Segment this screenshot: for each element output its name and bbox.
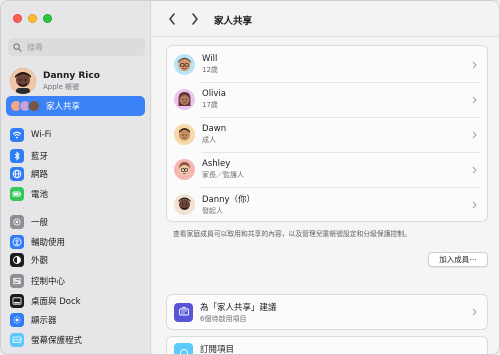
sidebar-item-label: 桌面與 Dock xyxy=(31,297,81,307)
suggestions-icon xyxy=(174,302,193,322)
member-name: Ashley xyxy=(202,159,231,169)
chevron-right-icon xyxy=(472,131,477,138)
accessibility-icon xyxy=(10,235,24,249)
member-role: 家長／監護人 xyxy=(202,171,244,179)
member-row-ashley[interactable]: Ashley 家長／監護人 xyxy=(167,151,487,188)
sidebar-item-label: Wi-Fi xyxy=(31,130,52,140)
chevron-right-icon xyxy=(472,166,477,173)
search-input[interactable] xyxy=(27,42,137,52)
profile-subtitle: Apple 帳號 xyxy=(43,82,80,91)
screensaver-icon xyxy=(10,333,24,347)
sidebar-item-appearance[interactable]: 外觀 xyxy=(10,251,145,269)
chevron-right-icon xyxy=(472,96,477,103)
sidebar-item-label: 螢幕保護程式 xyxy=(31,336,83,346)
back-button[interactable] xyxy=(166,12,178,26)
search-field[interactable] xyxy=(8,38,145,56)
member-row-danny[interactable]: Danny（你） 發起人 xyxy=(167,186,487,223)
subscriptions-icon xyxy=(174,343,193,354)
sidebar-item-network[interactable]: 網路 xyxy=(10,165,145,183)
dock-icon xyxy=(10,294,24,308)
subscriptions-panel: 訂閱項目 xyxy=(166,336,488,355)
avatar xyxy=(10,68,36,94)
subscriptions-title: 訂閱項目 xyxy=(200,345,235,355)
zoom-button[interactable] xyxy=(43,14,52,23)
family-members-list: Will 12歲 Olivia 17歲 Dawn 成人 Ashley 家長／監護… xyxy=(166,45,488,222)
member-name: Danny（你） xyxy=(202,195,256,205)
sidebar-item-desktop-dock[interactable]: 桌面與 Dock xyxy=(10,292,145,310)
member-name: Olivia xyxy=(202,89,227,99)
sidebar-item-label: 控制中心 xyxy=(31,277,66,287)
suggestions-title: 為「家人共享」建議 xyxy=(200,302,277,313)
sidebar-item-label: 藍牙 xyxy=(31,152,49,162)
avatar xyxy=(174,124,195,145)
main-content: 家人共享 Will 12歲 Olivia 17歲 Dawn 成人 Ashley … xyxy=(152,1,499,355)
sidebar-item-control-center[interactable]: 控制中心 xyxy=(10,272,145,290)
member-name: Will xyxy=(202,54,218,64)
minimize-button[interactable] xyxy=(28,14,37,23)
sidebar-item-label: 顯示器 xyxy=(31,316,57,326)
member-role: 成人 xyxy=(202,136,216,144)
sidebar-item-label: 一般 xyxy=(31,218,49,228)
sidebar-item-screen-saver[interactable]: 螢幕保護程式 xyxy=(10,331,145,349)
forward-button[interactable] xyxy=(189,12,201,26)
chevron-right-icon xyxy=(472,61,477,68)
member-role: 12歲 xyxy=(202,66,218,74)
display-icon xyxy=(10,313,24,327)
member-row-olivia[interactable]: Olivia 17歲 xyxy=(167,81,487,118)
member-role: 17歲 xyxy=(202,101,218,109)
gear-icon xyxy=(10,215,24,229)
sidebar-item-bluetooth[interactable]: 藍牙 xyxy=(10,147,145,165)
add-member-button[interactable]: 加入成員⋯ xyxy=(428,252,488,267)
page-title: 家人共享 xyxy=(214,16,253,27)
suggestions-panel: 為「家人共享」建議 6個待啟用項目 xyxy=(166,294,488,330)
member-name: Dawn xyxy=(202,124,227,134)
globe-icon xyxy=(10,167,24,181)
bluetooth-icon xyxy=(10,149,24,163)
chevron-right-icon xyxy=(472,201,477,208)
sidebar-item-label: 電池 xyxy=(31,190,49,200)
avatar xyxy=(174,194,195,215)
sidebar-item-label: 家人共享 xyxy=(46,102,81,112)
sidebar-item-displays[interactable]: 顯示器 xyxy=(10,311,145,329)
chevron-left-icon xyxy=(169,13,175,25)
battery-icon xyxy=(10,187,24,201)
sidebar-item-label: 外觀 xyxy=(31,256,49,266)
family-avatars-icon xyxy=(10,100,40,112)
settings-window: Danny Rico Apple 帳號 家人共享 Wi-Fi 藍牙 xyxy=(0,0,500,355)
control-center-icon xyxy=(10,274,24,288)
appearance-icon xyxy=(10,253,24,267)
avatar xyxy=(174,54,195,75)
avatar xyxy=(174,159,195,180)
sidebar-item-accessibility[interactable]: 輔助使用 xyxy=(10,233,145,251)
window-controls xyxy=(13,14,52,23)
toolbar: 家人共享 xyxy=(152,1,499,37)
member-role: 發起人 xyxy=(202,207,223,215)
sidebar-item-family-sharing[interactable]: 家人共享 xyxy=(6,96,145,116)
sidebar-item-battery[interactable]: 電池 xyxy=(10,185,145,203)
apple-account-item[interactable]: Danny Rico Apple 帳號 xyxy=(10,68,145,94)
subscriptions-row[interactable]: 訂閱項目 xyxy=(167,337,487,355)
sidebar-item-wifi[interactable]: Wi-Fi xyxy=(10,126,145,144)
chevron-right-icon xyxy=(192,13,198,25)
suggestions-row[interactable]: 為「家人共享」建議 6個待啟用項目 xyxy=(167,295,487,329)
wifi-icon xyxy=(10,128,24,142)
sidebar: Danny Rico Apple 帳號 家人共享 Wi-Fi 藍牙 xyxy=(1,1,151,354)
member-row-dawn[interactable]: Dawn 成人 xyxy=(167,116,487,153)
close-button[interactable] xyxy=(13,14,22,23)
search-icon xyxy=(13,42,22,52)
sidebar-item-label: 輔助使用 xyxy=(31,238,66,248)
sidebar-item-label: 網路 xyxy=(31,170,49,180)
sidebar-item-general[interactable]: 一般 xyxy=(10,213,145,231)
avatar xyxy=(174,89,195,110)
chevron-right-icon xyxy=(472,308,477,316)
profile-name: Danny Rico xyxy=(43,70,100,81)
members-description: 查看家庭成員可以取用和共享的內容，以及管理兒童帳號設定和分級保護控制。 xyxy=(173,230,411,238)
suggestions-subtitle: 6個待啟用項目 xyxy=(200,314,247,323)
member-row-will[interactable]: Will 12歲 xyxy=(167,46,487,83)
